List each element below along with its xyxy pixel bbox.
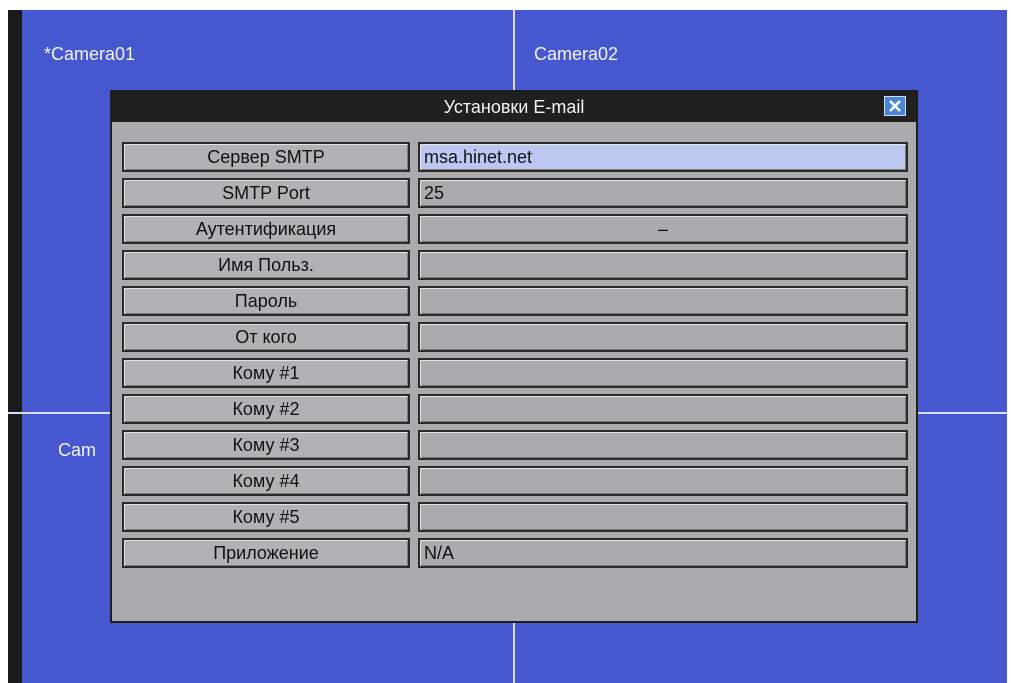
username-field[interactable] (418, 250, 908, 280)
field-row-from: От кого (122, 322, 908, 352)
field-row-authentication: Аутентификация – (122, 214, 908, 244)
field-row-to-1: Кому #1 (122, 358, 908, 388)
field-row-attachment: Приложение N/A (122, 538, 908, 568)
field-row-smtp-port: SMTP Port 25 (122, 178, 908, 208)
to-5-label[interactable]: Кому #5 (122, 502, 410, 532)
to-3-label[interactable]: Кому #3 (122, 430, 410, 460)
from-field[interactable] (418, 322, 908, 352)
username-label[interactable]: Имя Польз. (122, 250, 410, 280)
to-1-label[interactable]: Кому #1 (122, 358, 410, 388)
to-4-label[interactable]: Кому #4 (122, 466, 410, 496)
authentication-label[interactable]: Аутентификация (122, 214, 410, 244)
to-2-label[interactable]: Кому #2 (122, 394, 410, 424)
to-3-field[interactable] (418, 430, 908, 460)
smtp-port-label[interactable]: SMTP Port (122, 178, 410, 208)
camera-grid: *Camera01 Camera02 Cam Установки E-mail … (8, 10, 1007, 683)
password-field[interactable] (418, 286, 908, 316)
smtp-server-label[interactable]: Сервер SMTP (122, 142, 410, 172)
camera02-label: Camera02 (534, 44, 619, 64)
email-settings-dialog: Установки E-mail Сервер SMTP msa.hinet.ne… (110, 90, 918, 623)
to-2-field[interactable] (418, 394, 908, 424)
authentication-field[interactable]: – (418, 214, 908, 244)
to-4-field[interactable] (418, 466, 908, 496)
field-row-password: Пароль (122, 286, 908, 316)
dialog-title: Установки E-mail (443, 97, 585, 117)
screen-edge (8, 10, 22, 683)
field-row-to-4: Кому #4 (122, 466, 908, 496)
field-row-smtp-server: Сервер SMTP msa.hinet.net (122, 142, 908, 172)
field-row-to-3: Кому #3 (122, 430, 908, 460)
dialog-title-bar: Установки E-mail (112, 92, 916, 122)
smtp-port-field[interactable]: 25 (418, 178, 908, 208)
attachment-label[interactable]: Приложение (122, 538, 410, 568)
close-button[interactable] (884, 96, 906, 116)
field-row-username: Имя Польз. (122, 250, 908, 280)
from-label[interactable]: От кого (122, 322, 410, 352)
to-1-field[interactable] (418, 358, 908, 388)
close-x-icon (889, 100, 901, 112)
smtp-server-field[interactable]: msa.hinet.net (418, 142, 908, 172)
camera03-label: Cam (58, 440, 97, 460)
field-row-to-5: Кому #5 (122, 502, 908, 532)
password-label[interactable]: Пароль (122, 286, 410, 316)
camera01-label: *Camera01 (44, 44, 136, 64)
field-row-to-2: Кому #2 (122, 394, 908, 424)
to-5-field[interactable] (418, 502, 908, 532)
attachment-field[interactable]: N/A (418, 538, 908, 568)
